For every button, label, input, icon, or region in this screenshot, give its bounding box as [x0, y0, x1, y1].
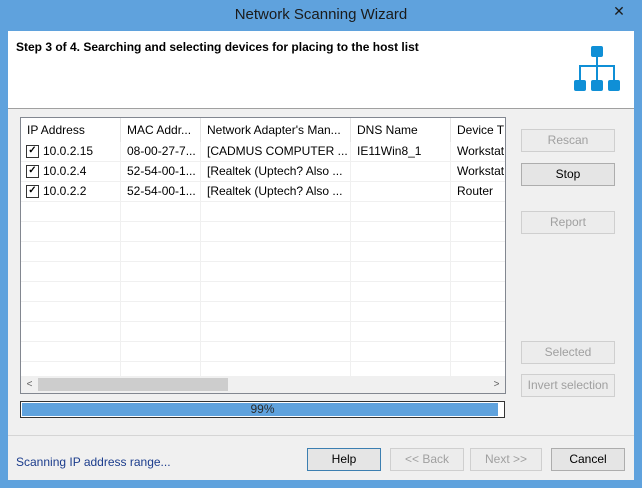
table-row[interactable]: ✓ 10.0.2.4 52-54-00-1... [Realtek (Uptec…: [21, 162, 505, 182]
device-list[interactable]: IP Address MAC Addr... Network Adapter's…: [20, 117, 506, 394]
selected-button[interactable]: Selected: [521, 341, 615, 364]
window-title: Network Scanning Wizard: [234, 6, 408, 23]
report-button[interactable]: Report: [521, 211, 615, 234]
rescan-button[interactable]: Rescan: [521, 129, 615, 152]
cell-adapter: [CADMUS COMPUTER ...: [207, 144, 348, 158]
footer-divider: [8, 435, 634, 436]
column-mac-address[interactable]: MAC Addr...: [121, 118, 201, 142]
row-divider: [21, 221, 505, 222]
table-row[interactable]: ✓ 10.0.2.2 52-54-00-1... [Realtek (Uptec…: [21, 182, 505, 202]
cell-device-type: Router: [457, 184, 494, 198]
cell-adapter: [Realtek (Uptech? Also ...: [207, 164, 343, 178]
row-divider: [21, 361, 505, 362]
row-divider: [21, 301, 505, 302]
scroll-right-arrow-icon[interactable]: >: [488, 376, 505, 393]
cell-ip: 10.0.2.15: [43, 144, 94, 158]
table-row[interactable]: ✓ 10.0.2.15 08-00-27-7... [CADMUS COMPUT…: [21, 142, 505, 162]
step-title: Step 3 of 4. Searching and selecting dev…: [16, 40, 419, 54]
wizard-body: Step 3 of 4. Searching and selecting dev…: [8, 31, 634, 480]
row-divider: [21, 261, 505, 262]
help-button[interactable]: Help: [307, 448, 381, 471]
stop-button[interactable]: Stop: [521, 163, 615, 186]
back-button[interactable]: << Back: [390, 448, 464, 471]
next-button[interactable]: Next >>: [470, 448, 542, 471]
column-dns-name[interactable]: DNS Name: [351, 118, 451, 142]
cell-mac: 52-54-00-1...: [127, 184, 196, 198]
column-ip-address[interactable]: IP Address: [21, 118, 121, 142]
row-divider: [21, 241, 505, 242]
scroll-left-arrow-icon[interactable]: <: [21, 376, 38, 393]
cell-mac: 52-54-00-1...: [127, 164, 196, 178]
horizontal-scrollbar[interactable]: < >: [21, 376, 505, 393]
row-divider: [21, 281, 505, 282]
cell-ip: 10.0.2.4: [43, 164, 87, 178]
invert-selection-button[interactable]: Invert selection: [521, 374, 615, 397]
network-topology-icon: [574, 46, 620, 91]
cell-dns: IE11Win8_1: [357, 144, 422, 158]
cell-dns: [351, 182, 451, 202]
close-button[interactable]: ✕: [602, 1, 636, 21]
cancel-button[interactable]: Cancel: [551, 448, 625, 471]
column-device-type[interactable]: Device T: [451, 118, 505, 142]
progress-label: 99%: [250, 402, 275, 416]
cell-ip: 10.0.2.2: [43, 184, 87, 198]
title-bar[interactable]: Network Scanning Wizard ✕: [0, 0, 642, 31]
scroll-thumb[interactable]: [38, 378, 228, 391]
row-divider: [21, 341, 505, 342]
status-text: Scanning IP address range...: [16, 455, 171, 469]
row-divider: [21, 321, 505, 322]
cell-dns: [351, 162, 451, 182]
cell-adapter: [Realtek (Uptech? Also ...: [207, 184, 343, 198]
cell-mac: 08-00-27-7...: [127, 144, 196, 158]
wizard-header: Step 3 of 4. Searching and selecting dev…: [8, 31, 634, 109]
column-headers: IP Address MAC Addr... Network Adapter's…: [21, 118, 505, 142]
wizard-window: Network Scanning Wizard ✕ Step 3 of 4. S…: [0, 0, 642, 488]
cell-device-type: Workstat: [457, 144, 505, 158]
cell-device-type: Workstat: [457, 164, 505, 178]
scan-progress-bar: 99%: [20, 401, 505, 418]
column-adapter-manufacturer[interactable]: Network Adapter's Man...: [201, 118, 351, 142]
